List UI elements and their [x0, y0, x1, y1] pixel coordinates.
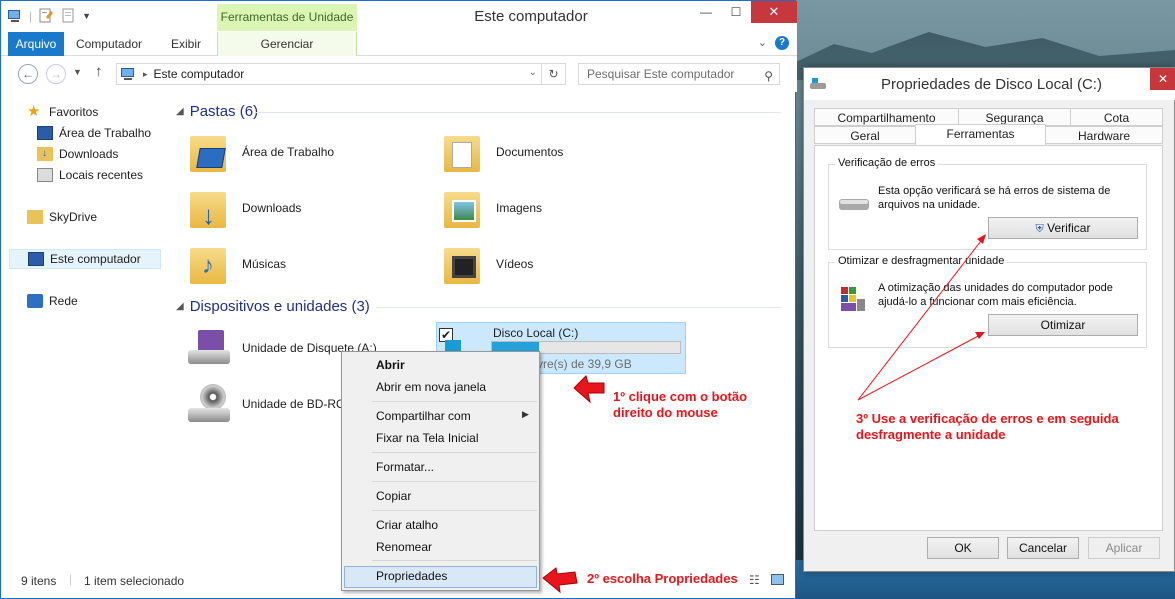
arrowhead-icon: [977, 234, 986, 244]
arrow-step2-icon: [542, 567, 578, 594]
arrow-step3-verify: [857, 236, 985, 401]
annotation-step2: 2º escolha Propriedades: [587, 571, 738, 586]
arrow-step1-icon: [573, 375, 605, 404]
arrowhead-icon: [975, 332, 985, 339]
annotation-step3: 3º Use a verificação de erros e em segui…: [856, 411, 1119, 442]
annotation-arrows: [542, 234, 986, 594]
arrow-step3-optimize: [857, 333, 983, 401]
annotation-step1: 1º clique com o botão direito do mouse: [613, 389, 748, 420]
